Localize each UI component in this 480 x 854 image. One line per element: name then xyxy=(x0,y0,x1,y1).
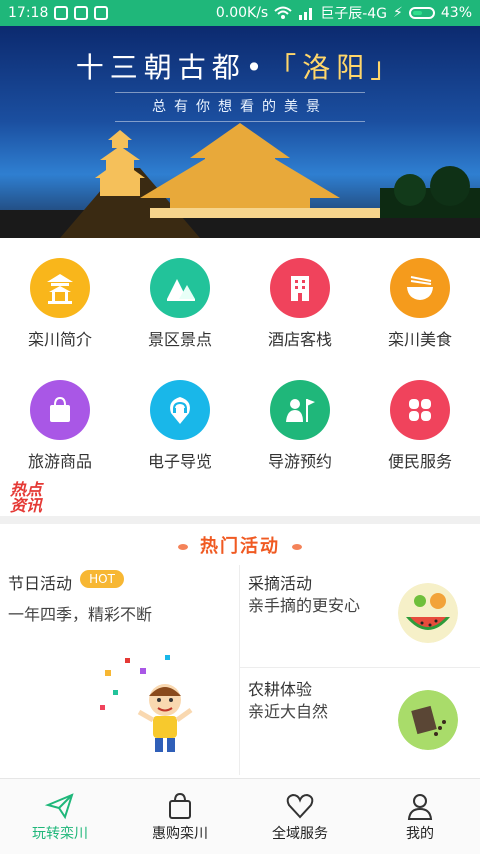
carrier-name: 巨子辰-4G xyxy=(320,6,388,22)
grid-item-label: 景区景点 xyxy=(147,330,212,349)
banner-title-main: 十三朝古都• xyxy=(75,51,269,84)
banner-title: 十三朝古都•「洛阳」 xyxy=(0,46,480,86)
charging-icon: ⚡ xyxy=(393,5,403,21)
activity-card-picking[interactable]: 采摘活动 亲手摘的更安心 xyxy=(240,565,480,667)
status-bar: 17:18 0.00K/s 巨子辰-4G ⚡ 43% xyxy=(0,0,480,26)
tab-label: 玩转栾川 xyxy=(32,826,88,842)
activity-subtitle: 一年四季，精彩不断 xyxy=(8,605,153,624)
tab-label: 惠购栾川 xyxy=(152,826,208,842)
banner-subtitle: 总有你想看的美景 xyxy=(152,99,328,115)
tab-shop-luanchuan[interactable]: 惠购栾川 xyxy=(120,779,240,854)
hot-tag: HOT xyxy=(80,570,124,588)
battery-icon xyxy=(408,7,435,19)
boy-confetti-illustration xyxy=(100,655,193,752)
grid-item-label: 酒店客栈 xyxy=(267,330,332,349)
grid-item-food[interactable]: 栾川美食 xyxy=(360,238,480,358)
grid-item-luanchuan-intro[interactable]: 栾川简介 xyxy=(0,238,120,358)
bowl-icon xyxy=(390,258,450,318)
seed-packet-image xyxy=(398,690,458,750)
shopping-bag-icon xyxy=(169,792,191,819)
tab-label: 全域服务 xyxy=(272,826,328,842)
grid-item-label: 栾川美食 xyxy=(387,330,452,349)
grid-item-label: 便民服务 xyxy=(387,452,452,471)
grid-item-e-guide[interactable]: 电子导览 xyxy=(120,360,240,480)
activity-title: 采摘活动 xyxy=(248,574,313,593)
activity-card-farming[interactable]: 农耕体验 亲近大自然 xyxy=(240,668,480,775)
grid-item-scenic-spots[interactable]: 景区景点 xyxy=(120,238,240,358)
activity-title: 节日活动 xyxy=(8,574,73,593)
temple-illustration xyxy=(0,123,480,238)
clock-time: 17:18 xyxy=(8,5,49,21)
grid-item-label: 栾川简介 xyxy=(27,330,92,349)
heart-icon xyxy=(286,793,314,819)
signal-icon xyxy=(299,8,313,20)
section-separator xyxy=(0,516,480,524)
headphone-pin-icon xyxy=(150,380,210,440)
grid-item-label: 电子导览 xyxy=(147,452,212,471)
watermelon-fruit-image xyxy=(398,583,458,643)
service-icon xyxy=(390,380,450,440)
building-icon xyxy=(270,258,330,318)
tab-play-luanchuan[interactable]: 玩转栾川 xyxy=(0,779,120,854)
grid-item-hotels[interactable]: 酒店客栈 xyxy=(240,238,360,358)
banner-title-accent: 「洛阳」 xyxy=(268,51,405,84)
pavilion-icon xyxy=(30,258,90,318)
shopping-bag-icon xyxy=(30,380,90,440)
leaf-decoration-icon xyxy=(177,544,188,550)
network-speed: 0.00K/s xyxy=(215,5,269,21)
grid-item-convenience[interactable]: 便民服务 xyxy=(360,360,480,480)
bottom-tab-bar: 玩转栾川 惠购栾川 全域服务 我的 xyxy=(0,778,480,854)
grid-item-label: 导游预约 xyxy=(267,452,332,471)
hot-info-badge[interactable]: 热点资讯 xyxy=(10,482,50,514)
app-notification-icon xyxy=(54,6,69,20)
feature-grid: 栾川简介 景区景点 酒店客栈 栾川美食 旅游商品 电子导览 导游预约 便民服务 xyxy=(0,238,480,478)
activity-subtitle: 亲近大自然 xyxy=(248,702,329,721)
app-notification-icon xyxy=(94,6,109,20)
section-title: 热门活动 xyxy=(0,532,480,558)
tab-mine[interactable]: 我的 xyxy=(360,779,480,854)
tab-label: 我的 xyxy=(406,826,434,842)
activity-card-festival[interactable]: 节日活动 HOT 一年四季，精彩不断 xyxy=(0,565,239,775)
wifi-icon xyxy=(274,6,292,19)
mountain-icon xyxy=(150,258,210,318)
activity-subtitle: 亲手摘的更安心 xyxy=(248,596,361,615)
banner-divider xyxy=(115,92,365,93)
grid-item-label: 旅游商品 xyxy=(27,452,92,471)
hero-banner[interactable]: 十三朝古都•「洛阳」 总有你想看的美景 xyxy=(0,26,480,238)
paper-plane-icon xyxy=(45,793,74,820)
leaf-decoration-icon xyxy=(292,544,303,550)
activity-title: 农耕体验 xyxy=(248,680,313,699)
section-title-text: 热门活动 xyxy=(200,536,280,557)
user-icon xyxy=(407,794,433,820)
battery-percent: 43% xyxy=(440,5,472,21)
app-notification-icon xyxy=(74,6,89,20)
grid-item-travel-goods[interactable]: 旅游商品 xyxy=(0,360,120,480)
guide-flag-icon xyxy=(270,380,330,440)
tab-global-service[interactable]: 全域服务 xyxy=(240,779,360,854)
grid-item-guide-booking[interactable]: 导游预约 xyxy=(240,360,360,480)
